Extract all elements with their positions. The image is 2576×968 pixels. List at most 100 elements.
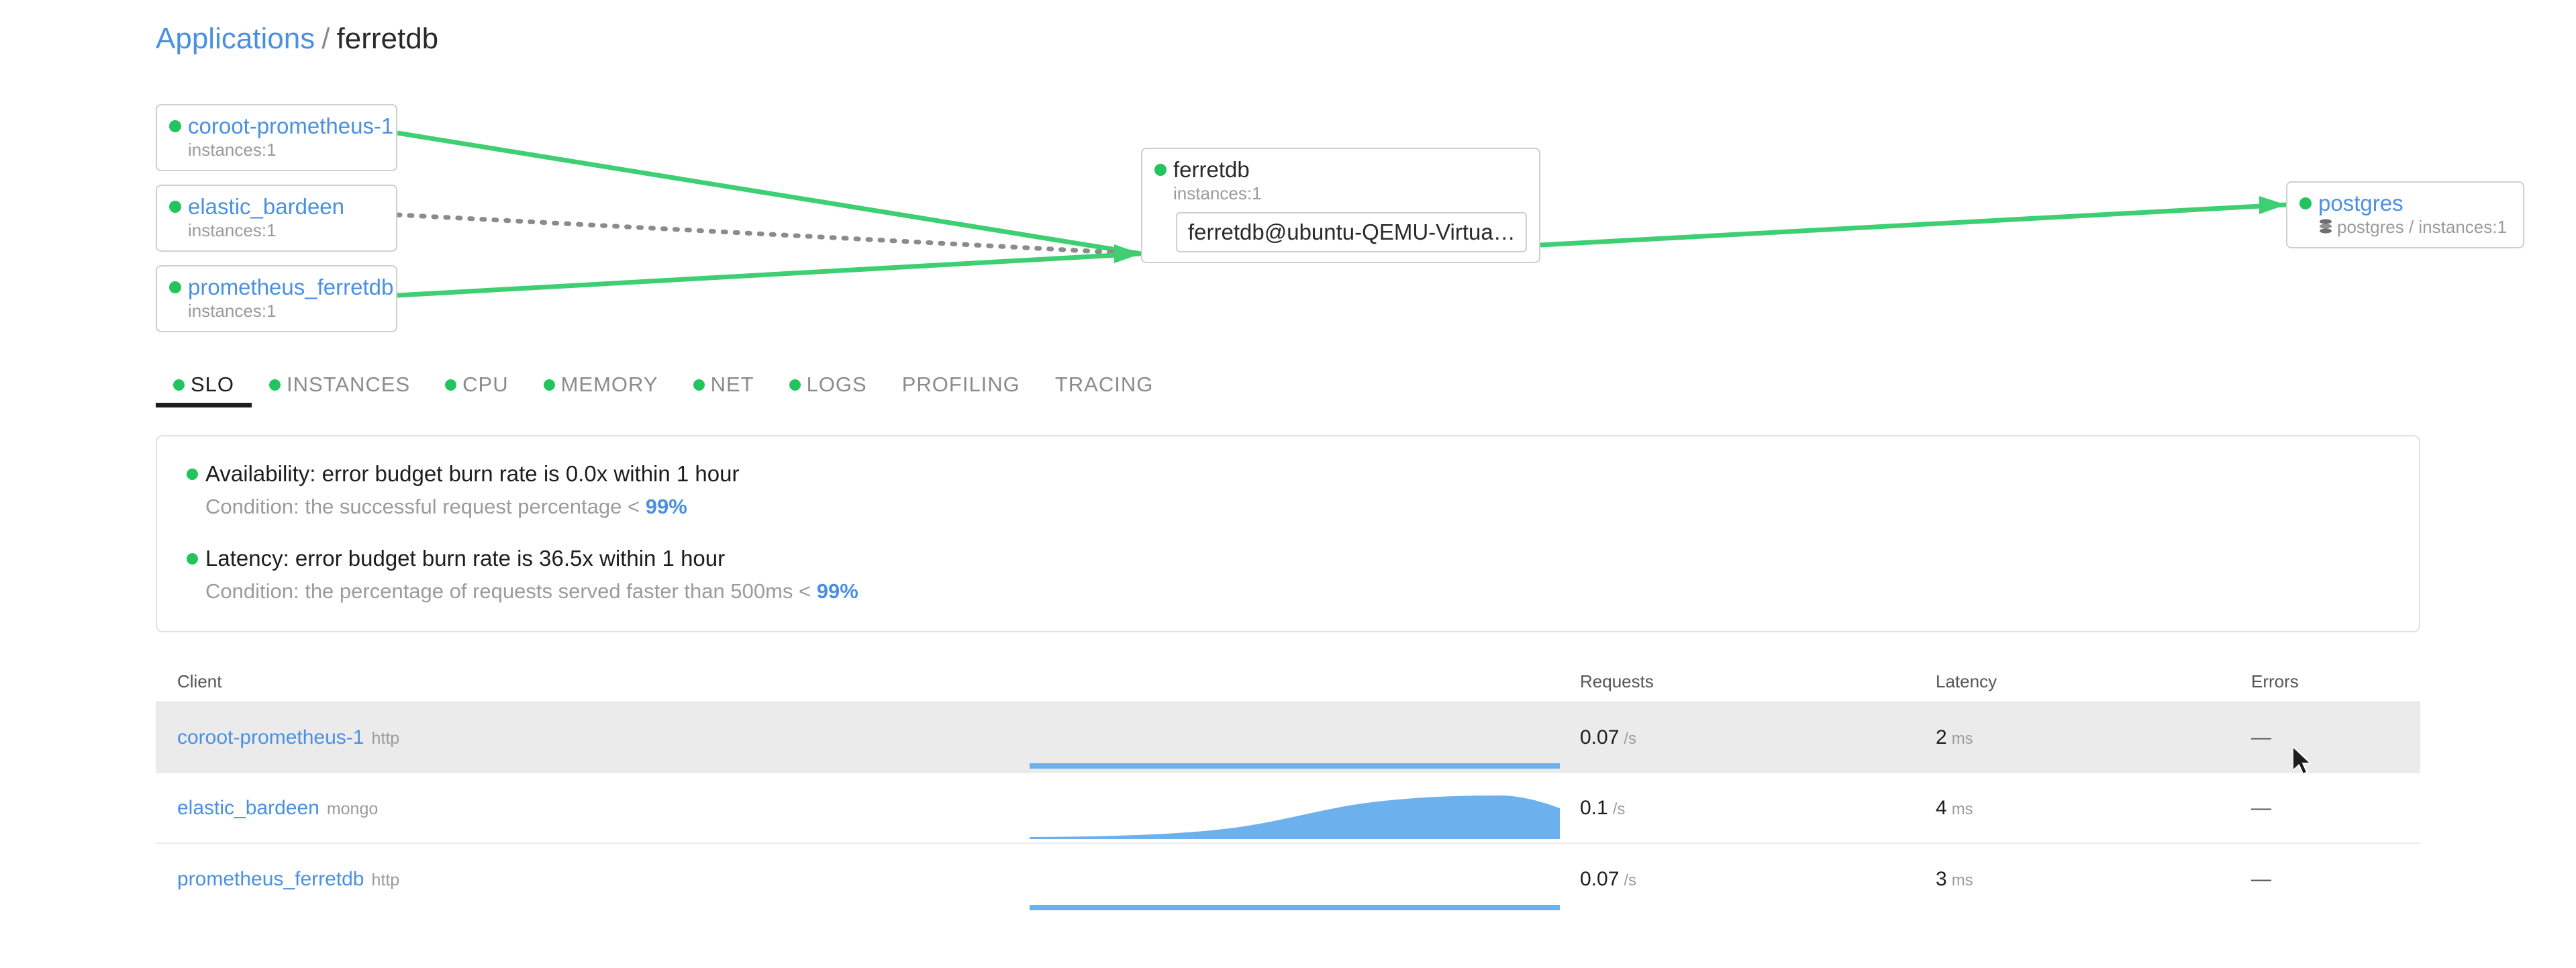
requests-unit: /s [1613,800,1626,818]
breadcrumb-current: ferretdb [337,22,439,55]
requests-unit: /s [1624,730,1636,748]
column-header-latency: Latency [1936,671,2251,692]
node-title: postgres [2299,191,2511,216]
requests-value: 0.07 [1580,726,1619,748]
tab-tracing[interactable]: TRACING [1038,373,1171,407]
slo-panel: Availability: error budget burn rate is … [156,435,2420,632]
node-subtitle: instances:1 [188,139,384,160]
requests-value: 0.1 [1580,797,1608,819]
cell-client: prometheus_ferretdb http [177,868,1030,891]
node-subtitle: postgres / instances:1 [2318,216,2511,238]
sparkline-chart [1030,777,1560,839]
tab-label: INSTANCES [287,373,410,397]
client-protocol: http [372,871,400,889]
tab-label: TRACING [1055,373,1154,397]
latency-unit: ms [1952,730,1973,748]
node-title: prometheus_ferretdb [169,275,384,300]
topology-node-coroot-prometheus-1[interactable]: coroot-prometheus-1 instances:1 [156,104,397,171]
node-name-link[interactable]: postgres [2318,191,2404,216]
tab-cpu[interactable]: CPU [428,373,526,407]
slo-threshold[interactable]: 99% [646,495,687,518]
link-ferretdb-to-postgres [1540,205,2286,245]
status-dot-icon [187,469,198,480]
cell-errors: — [2251,797,2399,820]
status-dot-icon [169,281,181,293]
node-name-link[interactable]: elastic_bardeen [188,194,344,220]
tab-label: LOGS [807,373,867,397]
client-name-link[interactable]: elastic_bardeen [177,797,319,819]
node-db-and-instances: postgres / instances:1 [2337,216,2507,238]
cell-requests-sparkline [1030,777,1580,839]
latency-value: 2 [1936,726,1947,748]
sparkline-chart [1030,849,1560,910]
slo-headline: Availability: error budget burn rate is … [205,461,739,487]
status-dot-icon [169,120,181,132]
slo-condition: Condition: the successful request percen… [205,494,2389,520]
latency-unit: ms [1952,871,1973,889]
status-dot-icon [693,379,705,391]
tab-profiling[interactable]: PROFILING [885,373,1038,407]
status-dot-icon [789,379,801,391]
node-instances-count: instances:1 [188,300,277,322]
cell-requests: 0.07/s [1580,726,1936,749]
node-instance-chip[interactable]: ferretdb@ubuntu-QEMU-Virtua… [1176,212,1527,252]
slo-item-latency: Latency: error budget burn rate is 36.5x… [187,545,2389,604]
errors-value: — [2251,868,2271,890]
table-row[interactable]: elastic_bardeen mongo 0.1/s 4 ms — [156,773,2420,844]
node-instances-count: instances:1 [1173,183,1262,204]
clients-table: Client Requests Latency Errors coroot-pr… [156,661,2420,914]
cell-latency: 4 ms [1936,797,2251,820]
breadcrumb-separator: / [321,22,330,55]
node-name-link[interactable]: prometheus_ferretdb [188,275,393,300]
tab-label: CPU [462,373,508,397]
errors-value: — [2251,797,2271,819]
requests-value: 0.07 [1580,868,1619,890]
client-name-link[interactable]: prometheus_ferretdb [177,868,364,890]
slo-headline: Latency: error budget burn rate is 36.5x… [205,545,725,572]
arrowhead-into-postgres [2259,196,2286,214]
node-title: ferretdb [1154,157,1527,183]
cell-latency: 3ms [1936,868,2251,891]
breadcrumb-applications-link[interactable]: Applications [156,22,315,55]
status-dot-icon [1154,164,1167,176]
status-dot-icon [169,201,181,213]
status-dot-icon [544,379,555,391]
tab-label: NET [711,373,754,397]
topology-node-postgres[interactable]: postgres postgres / instances:1 [2286,181,2524,248]
cell-client: coroot-prometheus-1 http [177,726,1030,749]
topology-node-prometheus-ferretdb[interactable]: prometheus_ferretdb instances:1 [156,265,397,332]
tab-logs[interactable]: LOGS [772,373,885,407]
node-subtitle: instances:1 [188,300,384,322]
latency-value: 4 [1936,797,1947,819]
client-protocol: mongo [327,800,378,818]
database-icon [2318,218,2333,236]
requests-unit: /s [1624,871,1636,889]
tab-label: PROFILING [902,373,1020,397]
breadcrumb: Applications/ferretdb [156,21,438,56]
latency-unit: ms [1952,800,1973,818]
topology-map: coroot-prometheus-1 instances:1 elastic_… [0,81,2576,349]
arrowhead-into-ferretdb [1114,244,1141,263]
cell-errors: — [2251,726,2399,749]
tab-net[interactable]: NET [676,373,772,407]
topology-node-ferretdb: ferretdb instances:1 ferretdb@ubuntu-QEM… [1141,148,1540,263]
table-row[interactable]: coroot-prometheus-1 http 0.07/s 2 ms — [156,703,2420,773]
client-protocol: http [371,729,399,748]
errors-value: — [2251,726,2271,748]
tab-instances[interactable]: INSTANCES [252,373,428,407]
tab-memory[interactable]: MEMORY [526,373,676,407]
slo-threshold[interactable]: 99% [817,579,858,603]
tab-label: MEMORY [561,373,658,397]
tab-bar: SLO INSTANCES CPU MEMORY NET LOGS PROFIL… [156,373,1171,407]
slo-condition-text: Condition: the successful request percen… [205,495,646,518]
sparkline-chart [1030,707,1560,769]
slo-headline-row: Latency: error budget burn rate is 36.5x… [187,545,2389,572]
tab-slo[interactable]: SLO [156,373,252,407]
cell-requests-sparkline [1030,707,1580,769]
cell-requests: 0.07/s [1580,868,1936,891]
client-name-link[interactable]: coroot-prometheus-1 [177,726,364,748]
column-header-requests: Requests [1580,671,1936,692]
topology-node-elastic-bardeen[interactable]: elastic_bardeen instances:1 [156,185,397,252]
table-row[interactable]: prometheus_ferretdb http 0.07/s 3ms — [156,844,2420,914]
node-name-link[interactable]: coroot-prometheus-1 [188,113,393,139]
